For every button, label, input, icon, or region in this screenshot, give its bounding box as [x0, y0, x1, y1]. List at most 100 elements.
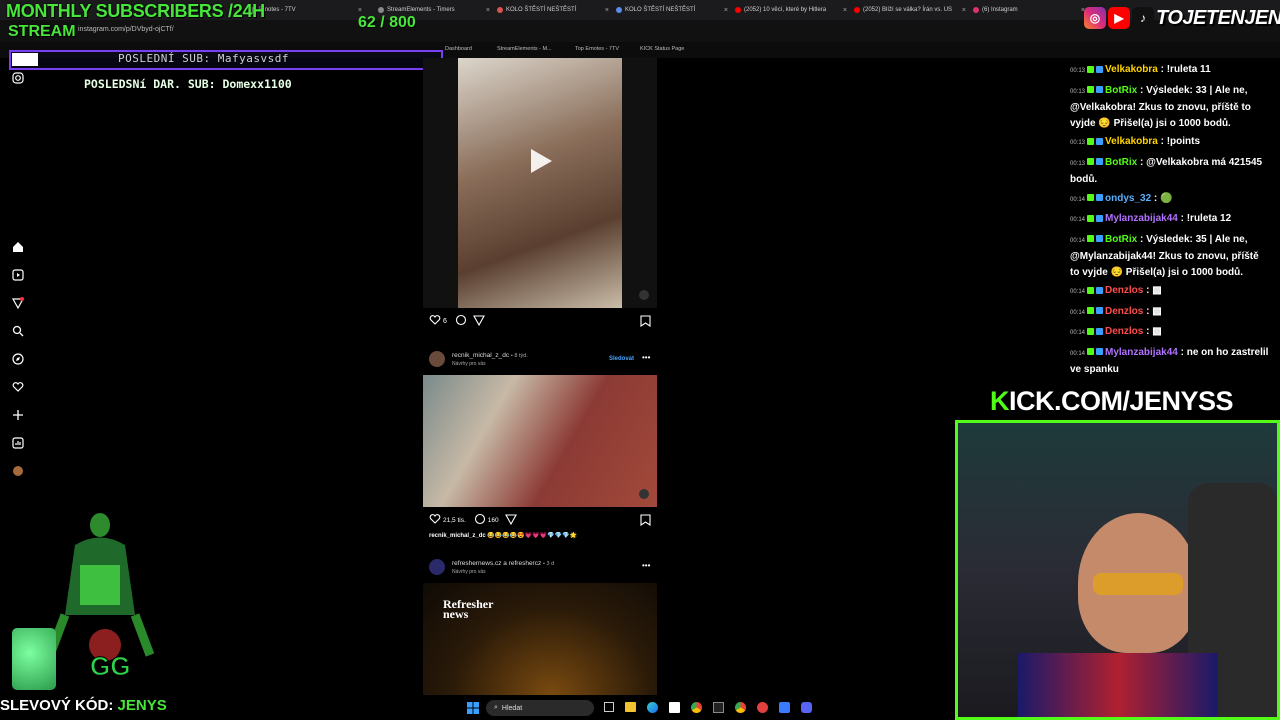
follow-button[interactable]: Sledovat	[609, 356, 634, 362]
post-author[interactable]: recnik_michal_z_dc • 8 týd.	[452, 352, 528, 359]
bookmark-icon[interactable]	[640, 314, 651, 332]
notifications-heart-icon[interactable]	[11, 380, 25, 394]
caption-author[interactable]: recnik_michal_z_dc	[429, 533, 486, 539]
post-age: • 8 týd.	[510, 353, 528, 359]
chat-username[interactable]: ondys_32	[1105, 193, 1151, 204]
chat-badge-icon	[1087, 158, 1095, 166]
post-video[interactable]	[423, 58, 657, 308]
share-icon[interactable]	[472, 314, 485, 328]
profile-avatar-icon[interactable]	[11, 464, 25, 478]
post-author-name[interactable]: recnik_michal_z_dc	[452, 352, 509, 359]
explore-icon[interactable]	[11, 352, 25, 366]
bookmark-icon[interactable]	[640, 513, 651, 531]
obs-icon[interactable]	[757, 702, 768, 713]
chat-separator: :	[1137, 233, 1147, 245]
close-tab-icon[interactable]: ×	[358, 7, 362, 14]
bookmark-item[interactable]: StreamElements - M...	[497, 46, 552, 52]
like-icon[interactable]	[429, 513, 441, 527]
mute-icon[interactable]	[639, 489, 649, 499]
url-field[interactable]: instagram.com/p/DVbyd-ojCTf/	[78, 26, 174, 33]
mute-icon[interactable]	[639, 290, 649, 300]
chat-username[interactable]: Denzlos	[1105, 306, 1143, 317]
edge-icon[interactable]	[647, 702, 658, 713]
search-icon[interactable]	[11, 324, 25, 338]
create-plus-icon[interactable]	[11, 408, 25, 422]
chat-timestamp: 00:14	[1070, 237, 1086, 244]
reels-icon[interactable]	[11, 268, 25, 282]
booster-can-image	[12, 628, 56, 690]
chat-separator: :	[1157, 64, 1167, 75]
store-icon[interactable]	[669, 702, 680, 713]
more-options-icon[interactable]: •••	[642, 353, 650, 362]
youtube-icon: ▶	[1108, 7, 1130, 29]
chat-username[interactable]: BotRix	[1105, 85, 1137, 96]
chat-username[interactable]: Denzlos	[1105, 326, 1143, 337]
tab-favicon-icon	[378, 7, 384, 13]
chat-message: 00:14 BotRix : Výsledek: 35 | Ale ne, @My…	[1070, 232, 1270, 281]
post-author-name[interactable]: refreshernews.cz a refreshercz	[452, 560, 541, 567]
social-handle: TOJETENJENYS	[1156, 6, 1280, 29]
close-tab-icon[interactable]: ×	[962, 7, 966, 14]
bookmark-item[interactable]: Top Emotes - 7TV	[575, 46, 619, 52]
chat-username[interactable]: Velkakobra	[1105, 64, 1158, 75]
close-tab-icon[interactable]: ×	[486, 7, 490, 14]
chat-username[interactable]: Velkakobra	[1105, 136, 1158, 147]
instagram-logo-icon[interactable]	[11, 71, 25, 85]
comment-icon[interactable]	[455, 314, 467, 328]
chat-badge-icon	[1087, 235, 1095, 243]
notepad-icon[interactable]	[779, 702, 790, 713]
task-view-icon[interactable]	[604, 702, 614, 712]
bookmark-item[interactable]: KICK Status Page	[640, 46, 684, 52]
chat-text: ▩	[1152, 305, 1162, 317]
home-icon[interactable]	[11, 240, 25, 254]
tab-label: KOLO ŠTĚSTÍ NEŠTĚSTÍ	[625, 7, 696, 13]
chat-username[interactable]: BotRix	[1105, 157, 1137, 168]
monthly-subs-title: MONTHLY SUBSCRIBERS /24H	[6, 1, 265, 21]
play-icon[interactable]	[525, 146, 555, 176]
avatar[interactable]	[429, 351, 445, 367]
post-author[interactable]: refreshernews.cz a refreshercz • 3 d	[452, 560, 554, 567]
video-frame	[458, 58, 622, 308]
bookmark-item[interactable]: Dashboard	[445, 46, 472, 52]
chat-username[interactable]: Mylanzabijak44	[1105, 347, 1178, 358]
chat-message: 00:13 BotRix : Výsledek: 33 | Ale ne, @Ve…	[1070, 83, 1270, 132]
windows-start-icon[interactable]	[467, 701, 479, 719]
browser-tab[interactable]: (6) Instagram ×	[973, 3, 1085, 17]
tab-label: (2052) Blíží se válka? Írán vs. US	[863, 7, 953, 13]
messages-icon[interactable]	[11, 296, 25, 310]
close-tab-icon[interactable]: ×	[605, 7, 609, 14]
chat-text: !ruleta 12	[1186, 213, 1232, 224]
close-tab-icon[interactable]: ×	[843, 7, 847, 14]
chat-badge-icon	[1096, 348, 1104, 356]
caption-text: 😂😂😂😂😍💗💗💗💎💎💎🌟	[487, 533, 578, 539]
like-icon[interactable]	[429, 314, 441, 328]
post-image[interactable]: Refresher news	[423, 583, 657, 695]
chat-badge-icon	[1087, 327, 1095, 335]
browser-tab[interactable]: (2052) Blíží se válka? Írán vs. US ×	[854, 3, 966, 17]
browser-tab[interactable]: KOLO ŠTĚSTÍ NEŠTĚSTÍ ×	[616, 3, 728, 17]
social-bar: ◎ ▶ ♪ TOJETENJENYS	[1084, 4, 1280, 32]
dashboard-icon[interactable]	[11, 436, 25, 450]
chat-username[interactable]: Mylanzabijak44	[1105, 213, 1178, 224]
discord-icon[interactable]	[801, 702, 812, 713]
kick-url-rest: ICK.COM/JENYSS	[1009, 386, 1234, 416]
streamer-shirt	[1018, 653, 1218, 717]
chrome-icon[interactable]	[735, 702, 746, 713]
chat-username[interactable]: BotRix	[1105, 234, 1137, 245]
browser-tab[interactable]: Emotes - 7TV ×	[250, 3, 362, 17]
chrome-icon[interactable]	[691, 702, 702, 713]
stream-label: STREAM	[8, 23, 76, 40]
taskbar-search[interactable]: ⌕ Hledat	[486, 700, 594, 716]
avatar[interactable]	[429, 559, 445, 575]
browser-tab[interactable]: (2052) 10 věcí, které by Hitlera ×	[735, 3, 847, 17]
share-icon[interactable]	[504, 513, 517, 527]
browser-tab[interactable]: KOLO ŠTĚSTÍ NEŠTĚSTÍ ×	[497, 3, 609, 17]
close-tab-icon[interactable]: ×	[724, 7, 728, 14]
post-image[interactable]	[423, 375, 657, 507]
more-options-icon[interactable]: •••	[642, 561, 650, 570]
chat-username[interactable]: Denzlos	[1105, 285, 1143, 296]
terminal-icon[interactable]	[713, 702, 724, 713]
file-explorer-icon[interactable]	[625, 702, 636, 712]
comment-icon[interactable]	[474, 513, 486, 527]
last-sub-text: POSLEDNÍ SUB: Mafyasvsdf	[118, 52, 289, 65]
